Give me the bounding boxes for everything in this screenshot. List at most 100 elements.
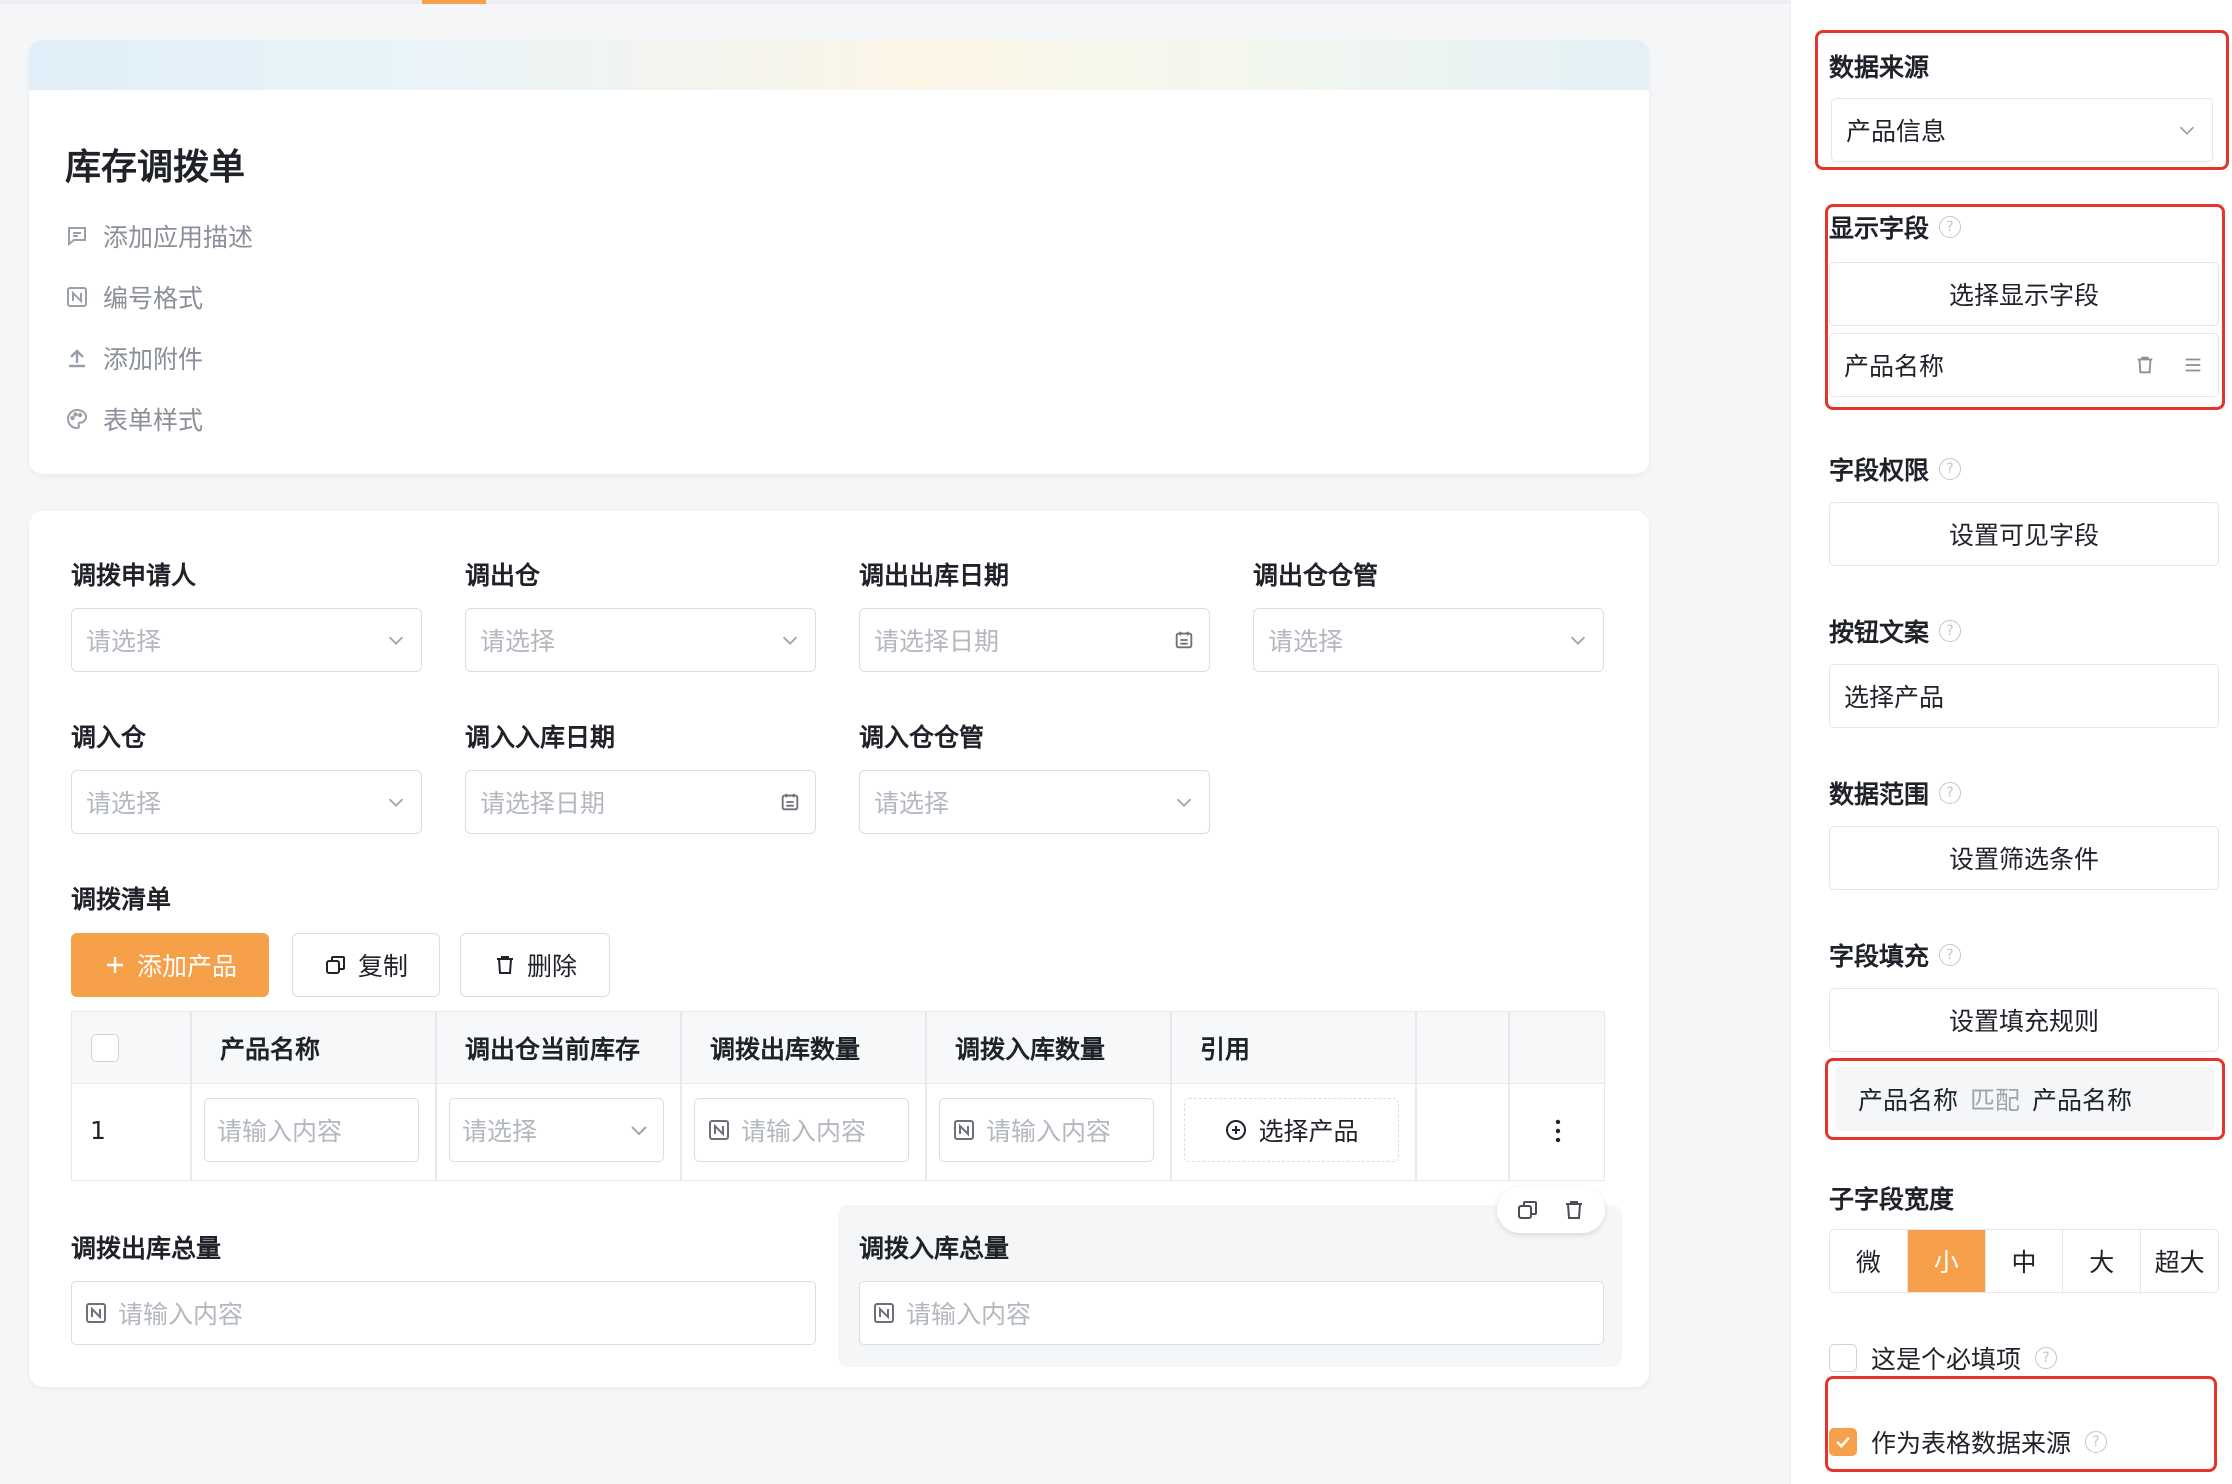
table-source-checkbox[interactable] [1829, 1428, 1857, 1456]
label-text: 字段权限 [1829, 456, 1930, 485]
placeholder: 请输入内容 [118, 1300, 244, 1329]
active-tab-indicator [422, 0, 486, 4]
button-text-input[interactable]: 选择产品 [1829, 664, 2219, 728]
fill-rule-item[interactable]: 产品名称 匹配 产品名称 [1835, 1067, 2215, 1131]
check-icon [1836, 1436, 1850, 1448]
trash-icon[interactable] [1562, 1198, 1586, 1222]
out-total-input[interactable]: 请输入内容 [71, 1281, 816, 1345]
select-display-fields-button[interactable]: 选择显示字段 [1829, 262, 2219, 326]
form-body-card: 调拨申请人 请选择 调出仓 请选择 调出出库日期 请选择日期 调出仓仓管 请选择… [29, 511, 1649, 1387]
width-option-medium[interactable]: 中 [1986, 1230, 2064, 1292]
form-title[interactable]: 库存调拨单 [65, 138, 245, 190]
help-icon[interactable]: ? [1939, 216, 1962, 238]
required-checkbox-row[interactable]: 这是个必填项 ? [1829, 1340, 2058, 1376]
set-fill-rule-button[interactable]: 设置填充规则 [1829, 988, 2219, 1052]
add-description-link[interactable]: 添加应用描述 [65, 218, 253, 254]
display-field-item[interactable]: 产品名称 [1829, 333, 2219, 397]
in-warehouse-select[interactable]: 请选择 [71, 770, 422, 834]
out-qty-input[interactable]: 请输入内容 [694, 1098, 909, 1162]
rule-target: 产品名称 [2032, 1086, 2133, 1115]
placeholder: 请输入内容 [217, 1117, 343, 1146]
set-visible-fields-button[interactable]: 设置可见字段 [1829, 502, 2219, 566]
drag-handle-icon[interactable] [2182, 354, 2204, 376]
row-index: 1 [90, 1116, 106, 1145]
width-option-small[interactable]: 小 [1907, 1230, 1986, 1292]
field-permission-label: 字段权限 ? [1829, 451, 1962, 487]
select-product-button[interactable]: 选择产品 [1184, 1098, 1399, 1162]
subfield-width-label: 子字段宽度 [1829, 1180, 1954, 1216]
applicant-select[interactable]: 请选择 [71, 608, 422, 672]
placeholder: 请选择日期 [874, 627, 1000, 656]
in-date-picker[interactable]: 请选择日期 [465, 770, 816, 834]
placeholder: 请选择 [480, 627, 556, 656]
required-checkbox[interactable] [1829, 1344, 1857, 1372]
placeholder: 请输入内容 [986, 1117, 1112, 1146]
stock-select[interactable]: 请选择 [449, 1098, 664, 1162]
properties-panel: 数据来源 产品信息 显示字段 ? 选择显示字段 产品名称 字段权限 ? 设置可见… [1790, 0, 2232, 1484]
placeholder: 请选择日期 [480, 789, 606, 818]
form-style-link[interactable]: 表单样式 [65, 401, 203, 437]
add-attachment-link[interactable]: 添加附件 [65, 340, 203, 376]
set-filter-button[interactable]: 设置筛选条件 [1829, 826, 2219, 890]
copy-icon [325, 956, 345, 974]
copy-button[interactable]: 复制 [292, 933, 440, 997]
more-vertical-icon[interactable] [1546, 1117, 1570, 1145]
upload-icon [69, 349, 85, 368]
number-format-icon [67, 287, 87, 307]
column-header: 产品名称 [220, 1035, 321, 1064]
field-toolbar [1497, 1187, 1605, 1233]
button-label: 设置填充规则 [1948, 1007, 2099, 1036]
width-option-xlarge[interactable]: 超大 [2141, 1230, 2218, 1292]
chevron-down-icon [631, 1126, 647, 1136]
out-warehouse-select[interactable]: 请选择 [465, 608, 816, 672]
data-source-label: 数据来源 [1829, 48, 1929, 84]
placeholder: 请选择 [1268, 627, 1344, 656]
in-total-label: 调拨入库总量 [859, 1234, 1010, 1263]
help-icon[interactable]: ? [2035, 1347, 2058, 1369]
rule-source: 产品名称 [1858, 1086, 1959, 1115]
out-keeper-select[interactable]: 请选择 [1253, 608, 1604, 672]
product-name-input[interactable]: 请输入内容 [204, 1098, 419, 1162]
in-qty-input[interactable]: 请输入内容 [939, 1098, 1154, 1162]
button-label: 删除 [526, 952, 577, 981]
display-fields-label: 显示字段 ? [1829, 209, 1962, 245]
out-warehouse-label: 调出仓 [465, 561, 541, 590]
placeholder: 请选择 [86, 789, 162, 818]
delete-button[interactable]: 删除 [460, 933, 610, 997]
button-label: 设置筛选条件 [1948, 845, 2099, 874]
palette-icon [67, 408, 88, 430]
in-warehouse-label: 调入仓 [71, 723, 147, 752]
table-source-checkbox-row[interactable]: 作为表格数据来源 ? [1829, 1424, 2108, 1460]
add-product-button[interactable]: 添加产品 [71, 933, 269, 997]
button-label: 设置可见字段 [1948, 521, 2099, 550]
trash-icon [496, 956, 513, 974]
copy-icon[interactable] [1516, 1198, 1540, 1222]
label-text: 按钮文案 [1829, 618, 1930, 647]
calendar-icon [1175, 631, 1193, 649]
label-text: 子字段宽度 [1829, 1185, 1955, 1214]
width-option-large[interactable]: 大 [2063, 1230, 2142, 1292]
out-date-picker[interactable]: 请选择日期 [859, 608, 1210, 672]
trash-icon[interactable] [2134, 354, 2156, 376]
checkbox-label: 这是个必填项 [1871, 1345, 2022, 1374]
help-icon[interactable]: ? [1939, 458, 1962, 480]
transfer-list-table: 产品名称 调出仓当前库存 调拨出库数量 调拨入库数量 引用 1 请输入内容 请选… [71, 1011, 1605, 1181]
help-icon[interactable]: ? [1939, 620, 1962, 642]
number-format-link[interactable]: 编号格式 [65, 279, 203, 315]
column-divider [925, 1012, 927, 1180]
data-source-select[interactable]: 产品信息 [1831, 98, 2213, 162]
help-icon[interactable]: ? [2085, 1431, 2108, 1453]
button-label: 复制 [357, 952, 408, 981]
in-total-input[interactable]: 请输入内容 [859, 1281, 1604, 1345]
help-icon[interactable]: ? [1939, 782, 1962, 804]
column-divider [190, 1012, 192, 1180]
button-label: 选择产品 [1258, 1117, 1359, 1146]
help-icon[interactable]: ? [1939, 944, 1962, 966]
width-option-tiny[interactable]: 微 [1830, 1230, 1908, 1292]
out-total-label: 调拨出库总量 [71, 1234, 222, 1263]
plus-circle-icon [1226, 1120, 1247, 1140]
select-all-checkbox[interactable] [91, 1034, 119, 1062]
label-text: 字段填充 [1829, 942, 1930, 971]
placeholder: 请选择 [86, 627, 162, 656]
in-keeper-select[interactable]: 请选择 [859, 770, 1210, 834]
